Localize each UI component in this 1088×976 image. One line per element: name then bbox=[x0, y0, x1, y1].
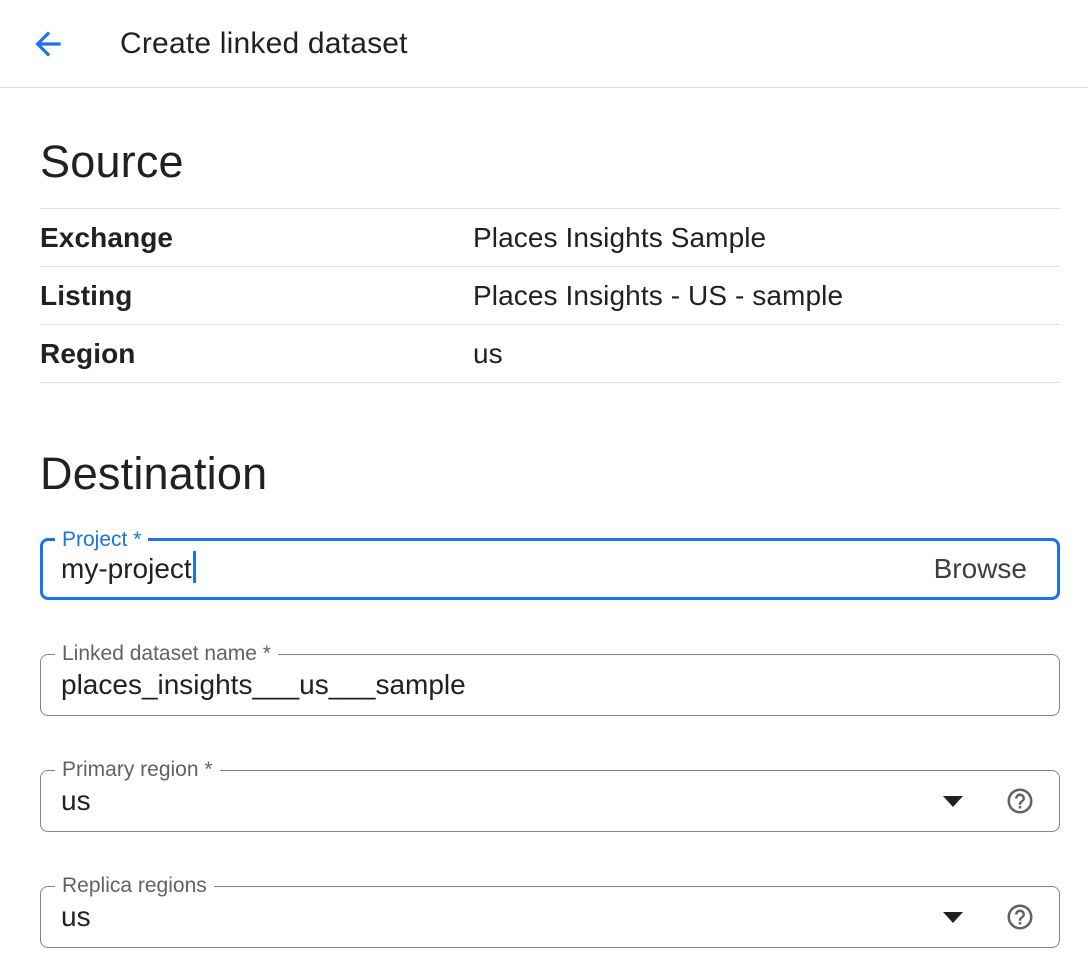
linked-dataset-name-value[interactable]: places_insights___us___sample bbox=[61, 669, 466, 701]
primary-region-value[interactable]: us bbox=[61, 785, 91, 817]
source-table: Exchange Places Insights Sample Listing … bbox=[40, 208, 1060, 383]
back-button[interactable] bbox=[28, 24, 68, 64]
linked-dataset-name-label: Linked dataset name * bbox=[55, 643, 278, 665]
project-field-label: Project * bbox=[55, 529, 148, 551]
caret-down-icon[interactable] bbox=[943, 796, 963, 807]
project-field[interactable]: Project * my-project Browse bbox=[40, 538, 1060, 600]
page-header: Create linked dataset bbox=[0, 0, 1088, 88]
text-cursor bbox=[193, 551, 196, 583]
region-value: us bbox=[473, 338, 503, 370]
help-outline-icon[interactable] bbox=[1005, 786, 1035, 816]
replica-regions-value[interactable]: us bbox=[61, 901, 91, 933]
replica-regions-field[interactable]: Replica regions us bbox=[40, 886, 1060, 948]
page-title: Create linked dataset bbox=[120, 27, 408, 61]
browse-button[interactable]: Browse bbox=[934, 553, 1027, 585]
destination-heading: Destination bbox=[40, 448, 1060, 500]
source-heading: Source bbox=[40, 88, 1060, 188]
listing-value: Places Insights - US - sample bbox=[473, 280, 843, 312]
arrow-back-icon bbox=[29, 25, 67, 63]
table-row-listing: Listing Places Insights - US - sample bbox=[40, 267, 1060, 325]
exchange-label: Exchange bbox=[40, 222, 473, 254]
listing-label: Listing bbox=[40, 280, 473, 312]
project-field-value[interactable]: my-project bbox=[61, 553, 192, 585]
primary-region-field[interactable]: Primary region * us bbox=[40, 770, 1060, 832]
page-content: Source Exchange Places Insights Sample L… bbox=[0, 88, 1088, 948]
exchange-value: Places Insights Sample bbox=[473, 222, 766, 254]
help-outline-icon[interactable] bbox=[1005, 902, 1035, 932]
caret-down-icon[interactable] bbox=[943, 912, 963, 923]
table-row-region: Region us bbox=[40, 325, 1060, 383]
replica-regions-label: Replica regions bbox=[55, 875, 214, 897]
region-label: Region bbox=[40, 338, 473, 370]
linked-dataset-name-field[interactable]: Linked dataset name * places_insights___… bbox=[40, 654, 1060, 716]
table-row-exchange: Exchange Places Insights Sample bbox=[40, 209, 1060, 267]
primary-region-label: Primary region * bbox=[55, 759, 220, 781]
